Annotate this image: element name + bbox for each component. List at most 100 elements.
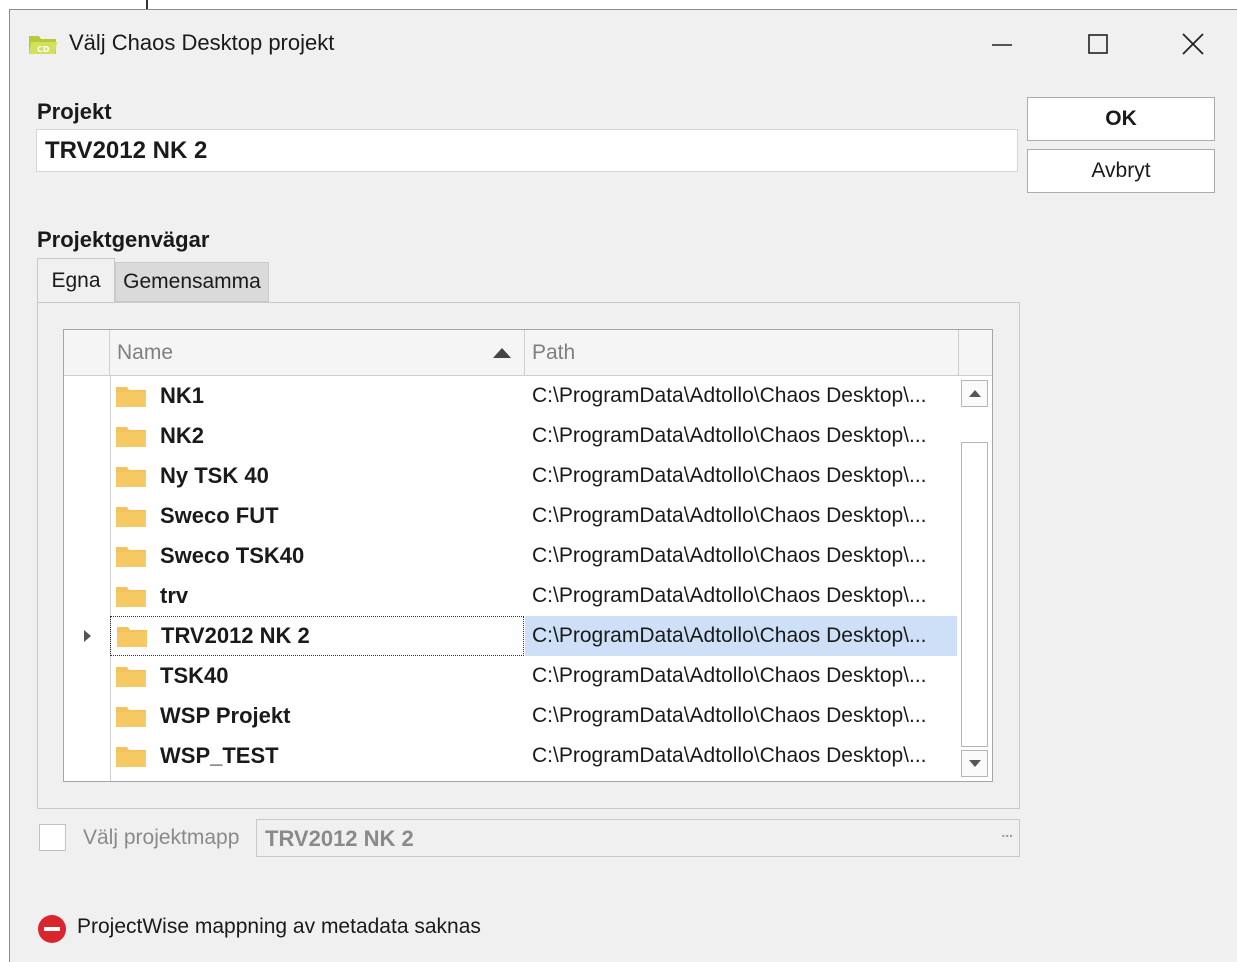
table-row[interactable]: Sweco TSK40 C:\ProgramData\Adtollo\Chaos…: [64, 536, 957, 576]
row-indicator: [64, 656, 110, 696]
folder-icon: [116, 707, 146, 727]
row-name-cell[interactable]: NK2: [110, 416, 524, 456]
row-indicator: [64, 496, 110, 536]
header-filler: [959, 330, 992, 376]
table-row[interactable]: Ny TSK 40 C:\ProgramData\Adtollo\Chaos D…: [64, 456, 957, 496]
folder-icon: [116, 467, 146, 487]
row-name: TRV2012 NK 2: [161, 623, 310, 648]
row-name: Sweco FUT: [160, 503, 279, 528]
background-window-edge: [146, 0, 148, 9]
row-name-cell[interactable]: WSP Projekt: [110, 696, 524, 736]
row-name-cell[interactable]: TSK40: [110, 656, 524, 696]
scroll-down-button[interactable]: [961, 750, 988, 777]
project-folder-checkbox[interactable]: [39, 824, 66, 851]
tab-egna[interactable]: Egna: [37, 258, 115, 302]
column-header-name-label: Name: [117, 340, 174, 364]
row-path-cell[interactable]: C:\ProgramData\Adtollo\Chaos Desktop\...: [525, 416, 957, 456]
row-name-cell[interactable]: NK1: [110, 376, 524, 416]
row-path-cell[interactable]: C:\ProgramData\Adtollo\Chaos Desktop\...: [525, 456, 957, 496]
folder-icon: [116, 587, 146, 607]
error-icon: [38, 915, 66, 943]
folder-icon: [116, 747, 146, 767]
row-indicator: [64, 616, 110, 656]
folder-icon: [116, 547, 146, 567]
vertical-scrollbar[interactable]: [957, 376, 992, 781]
row-path-cell[interactable]: C:\ProgramData\Adtollo\Chaos Desktop\...: [525, 616, 957, 656]
project-folder-field[interactable]: TRV2012 NK 2 ...: [256, 819, 1020, 857]
tab-gemensamma[interactable]: Gemensamma: [115, 262, 269, 302]
row-name-cell[interactable]: Sweco TSK40: [110, 536, 524, 576]
row-name: WSP Projekt: [160, 703, 291, 728]
svg-text:CD: CD: [37, 45, 50, 54]
row-indicator: [64, 536, 110, 576]
table-row[interactable]: Sweco FUT C:\ProgramData\Adtollo\Chaos D…: [64, 496, 957, 536]
folder-icon: [116, 507, 146, 527]
row-path-cell[interactable]: C:\ProgramData\Adtollo\Chaos Desktop\...: [525, 576, 957, 616]
row-name: TSK40: [160, 663, 229, 688]
scroll-down-arrow-icon: [968, 760, 981, 767]
table-row[interactable]: trv C:\ProgramData\Adtollo\Chaos Desktop…: [64, 576, 957, 616]
shortcuts-label: Projektgenvägar: [37, 227, 210, 252]
maximize-button[interactable]: [1075, 24, 1121, 64]
scroll-up-button[interactable]: [961, 380, 988, 407]
row-path-cell[interactable]: C:\ProgramData\Adtollo\Chaos Desktop\...: [525, 376, 957, 416]
row-name-cell[interactable]: trv: [110, 576, 524, 616]
row-path-cell[interactable]: C:\ProgramData\Adtollo\Chaos Desktop\...: [525, 696, 957, 736]
project-dialog: CD Välj Chaos Desktop projekt Projekt TR…: [9, 9, 1237, 962]
row-indicator: [64, 416, 110, 456]
status-message: ProjectWise mappning av metadata saknas: [77, 915, 481, 938]
row-name: NK2: [160, 423, 205, 448]
table-row[interactable]: NK1 C:\ProgramData\Adtollo\Chaos Desktop…: [64, 376, 957, 416]
row-path-cell[interactable]: C:\ProgramData\Adtollo\Chaos Desktop\...: [525, 496, 957, 536]
column-header-path[interactable]: Path: [525, 330, 959, 376]
row-indicator-header: [64, 330, 110, 376]
project-label: Projekt: [37, 99, 112, 124]
row-path-cell[interactable]: C:\ProgramData\Adtollo\Chaos Desktop\...: [525, 536, 957, 576]
row-path-cell[interactable]: C:\ProgramData\Adtollo\Chaos Desktop\...: [525, 736, 957, 776]
ok-button[interactable]: OK: [1027, 97, 1215, 141]
project-name-field[interactable]: TRV2012 NK 2: [36, 129, 1018, 172]
table-row[interactable]: TSK40 C:\ProgramData\Adtollo\Chaos Deskt…: [64, 656, 957, 696]
table-row[interactable]: WSP_TEST C:\ProgramData\Adtollo\Chaos De…: [64, 736, 957, 776]
project-folder-label: Välj projektmapp: [83, 826, 240, 849]
row-name-cell[interactable]: WSP_TEST: [110, 736, 524, 776]
row-indicator: [64, 456, 110, 496]
minimize-button[interactable]: [979, 24, 1025, 64]
cancel-button[interactable]: Avbryt: [1027, 149, 1215, 193]
row-name: Ny TSK 40: [160, 463, 269, 488]
row-indicator: [64, 736, 110, 776]
scroll-thumb[interactable]: [961, 442, 988, 747]
row-indicator: [64, 376, 110, 416]
close-icon: [1182, 33, 1204, 55]
table-row[interactable]: NK2 C:\ProgramData\Adtollo\Chaos Desktop…: [64, 416, 957, 456]
current-row-arrow-icon: [83, 630, 91, 642]
column-header-path-label: Path: [532, 340, 576, 364]
row-name-cell[interactable]: Ny TSK 40: [110, 456, 524, 496]
row-name: NK1: [160, 383, 205, 408]
browse-button[interactable]: ...: [1001, 824, 1013, 840]
shortcuts-grid: Name Path NK1 C:\ProgramData\Adtollo\Cha…: [63, 329, 993, 782]
row-path-cell[interactable]: C:\ProgramData\Adtollo\Chaos Desktop\...: [525, 656, 957, 696]
folder-icon: [117, 627, 147, 647]
row-name: Sweco TSK40: [160, 543, 305, 568]
close-button[interactable]: [1170, 24, 1216, 64]
folder-icon: [116, 387, 146, 407]
row-indicator: [64, 576, 110, 616]
row-name: trv: [160, 583, 189, 608]
folder-icon: [116, 667, 146, 687]
window-title: Välj Chaos Desktop projekt: [69, 30, 335, 55]
row-name-cell[interactable]: TRV2012 NK 2: [110, 616, 524, 656]
column-header-name[interactable]: Name: [110, 330, 525, 376]
row-name: WSP_TEST: [160, 743, 279, 768]
row-name-cell[interactable]: Sweco FUT: [110, 496, 524, 536]
row-indicator: [64, 696, 110, 736]
minimize-icon: [992, 44, 1012, 46]
maximize-icon: [1088, 34, 1108, 54]
app-folder-icon: CD: [29, 36, 57, 54]
title-bar: CD Välj Chaos Desktop projekt: [10, 10, 1237, 72]
sort-ascending-icon: [493, 348, 511, 358]
project-folder-value: TRV2012 NK 2: [265, 826, 414, 851]
table-row-selected[interactable]: TRV2012 NK 2 C:\ProgramData\Adtollo\Chao…: [64, 616, 957, 656]
table-row[interactable]: WSP Projekt C:\ProgramData\Adtollo\Chaos…: [64, 696, 957, 736]
scroll-up-arrow-icon: [968, 390, 981, 397]
